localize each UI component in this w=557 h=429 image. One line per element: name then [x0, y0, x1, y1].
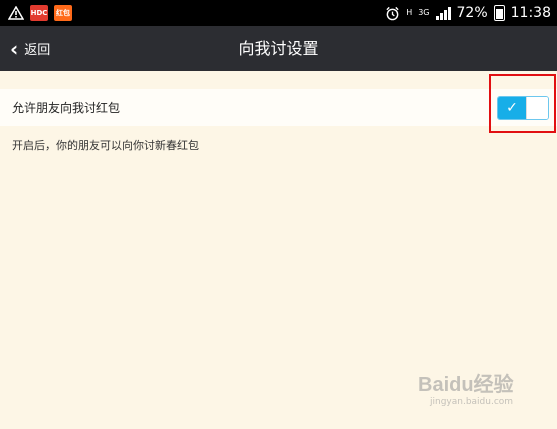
battery-percent: 72% — [456, 5, 488, 21]
network-h-label: H — [406, 8, 413, 17]
back-label: 返回 — [24, 43, 51, 58]
battery-icon — [493, 5, 505, 21]
setting-row-allow-request: 允许朋友向我讨红包 ✓ — [0, 74, 557, 133]
nav-bar: ‹ 返回 向我讨设置 — [0, 26, 557, 71]
hongbao-app-icon: 红包 — [54, 5, 72, 21]
chevron-left-icon: ‹ — [10, 36, 19, 61]
toggle-fill: ✓ — [498, 97, 526, 119]
watermark: Baidu经验 jingyan.baidu.com — [418, 368, 538, 416]
watermark-url: jingyan.baidu.com — [430, 397, 514, 407]
allow-request-toggle[interactable]: ✓ — [497, 96, 549, 120]
check-icon: ✓ — [506, 100, 518, 116]
setting-description: 开启后，你的朋友可以向你讨新春红包 — [12, 139, 199, 152]
clock: 11:38 — [510, 5, 551, 21]
signal-icon — [435, 6, 451, 20]
watermark-logo: Baidu经验 — [418, 374, 514, 396]
status-left: HDC 红包 — [8, 5, 72, 21]
status-bar: HDC 红包 H 3G 72% 11:38 — [0, 0, 557, 26]
page-title: 向我讨设置 — [238, 39, 319, 58]
status-right: H 3G 72% 11:38 — [385, 5, 551, 21]
alarm-icon — [386, 6, 399, 20]
setting-label: 允许朋友向我讨红包 — [12, 101, 121, 115]
hdc-app-icon: HDC — [30, 5, 48, 21]
back-button[interactable]: ‹ 返回 — [10, 26, 50, 71]
warning-icon — [8, 6, 24, 20]
toggle-knob — [526, 97, 548, 119]
network-type-label: 3G — [418, 8, 430, 17]
